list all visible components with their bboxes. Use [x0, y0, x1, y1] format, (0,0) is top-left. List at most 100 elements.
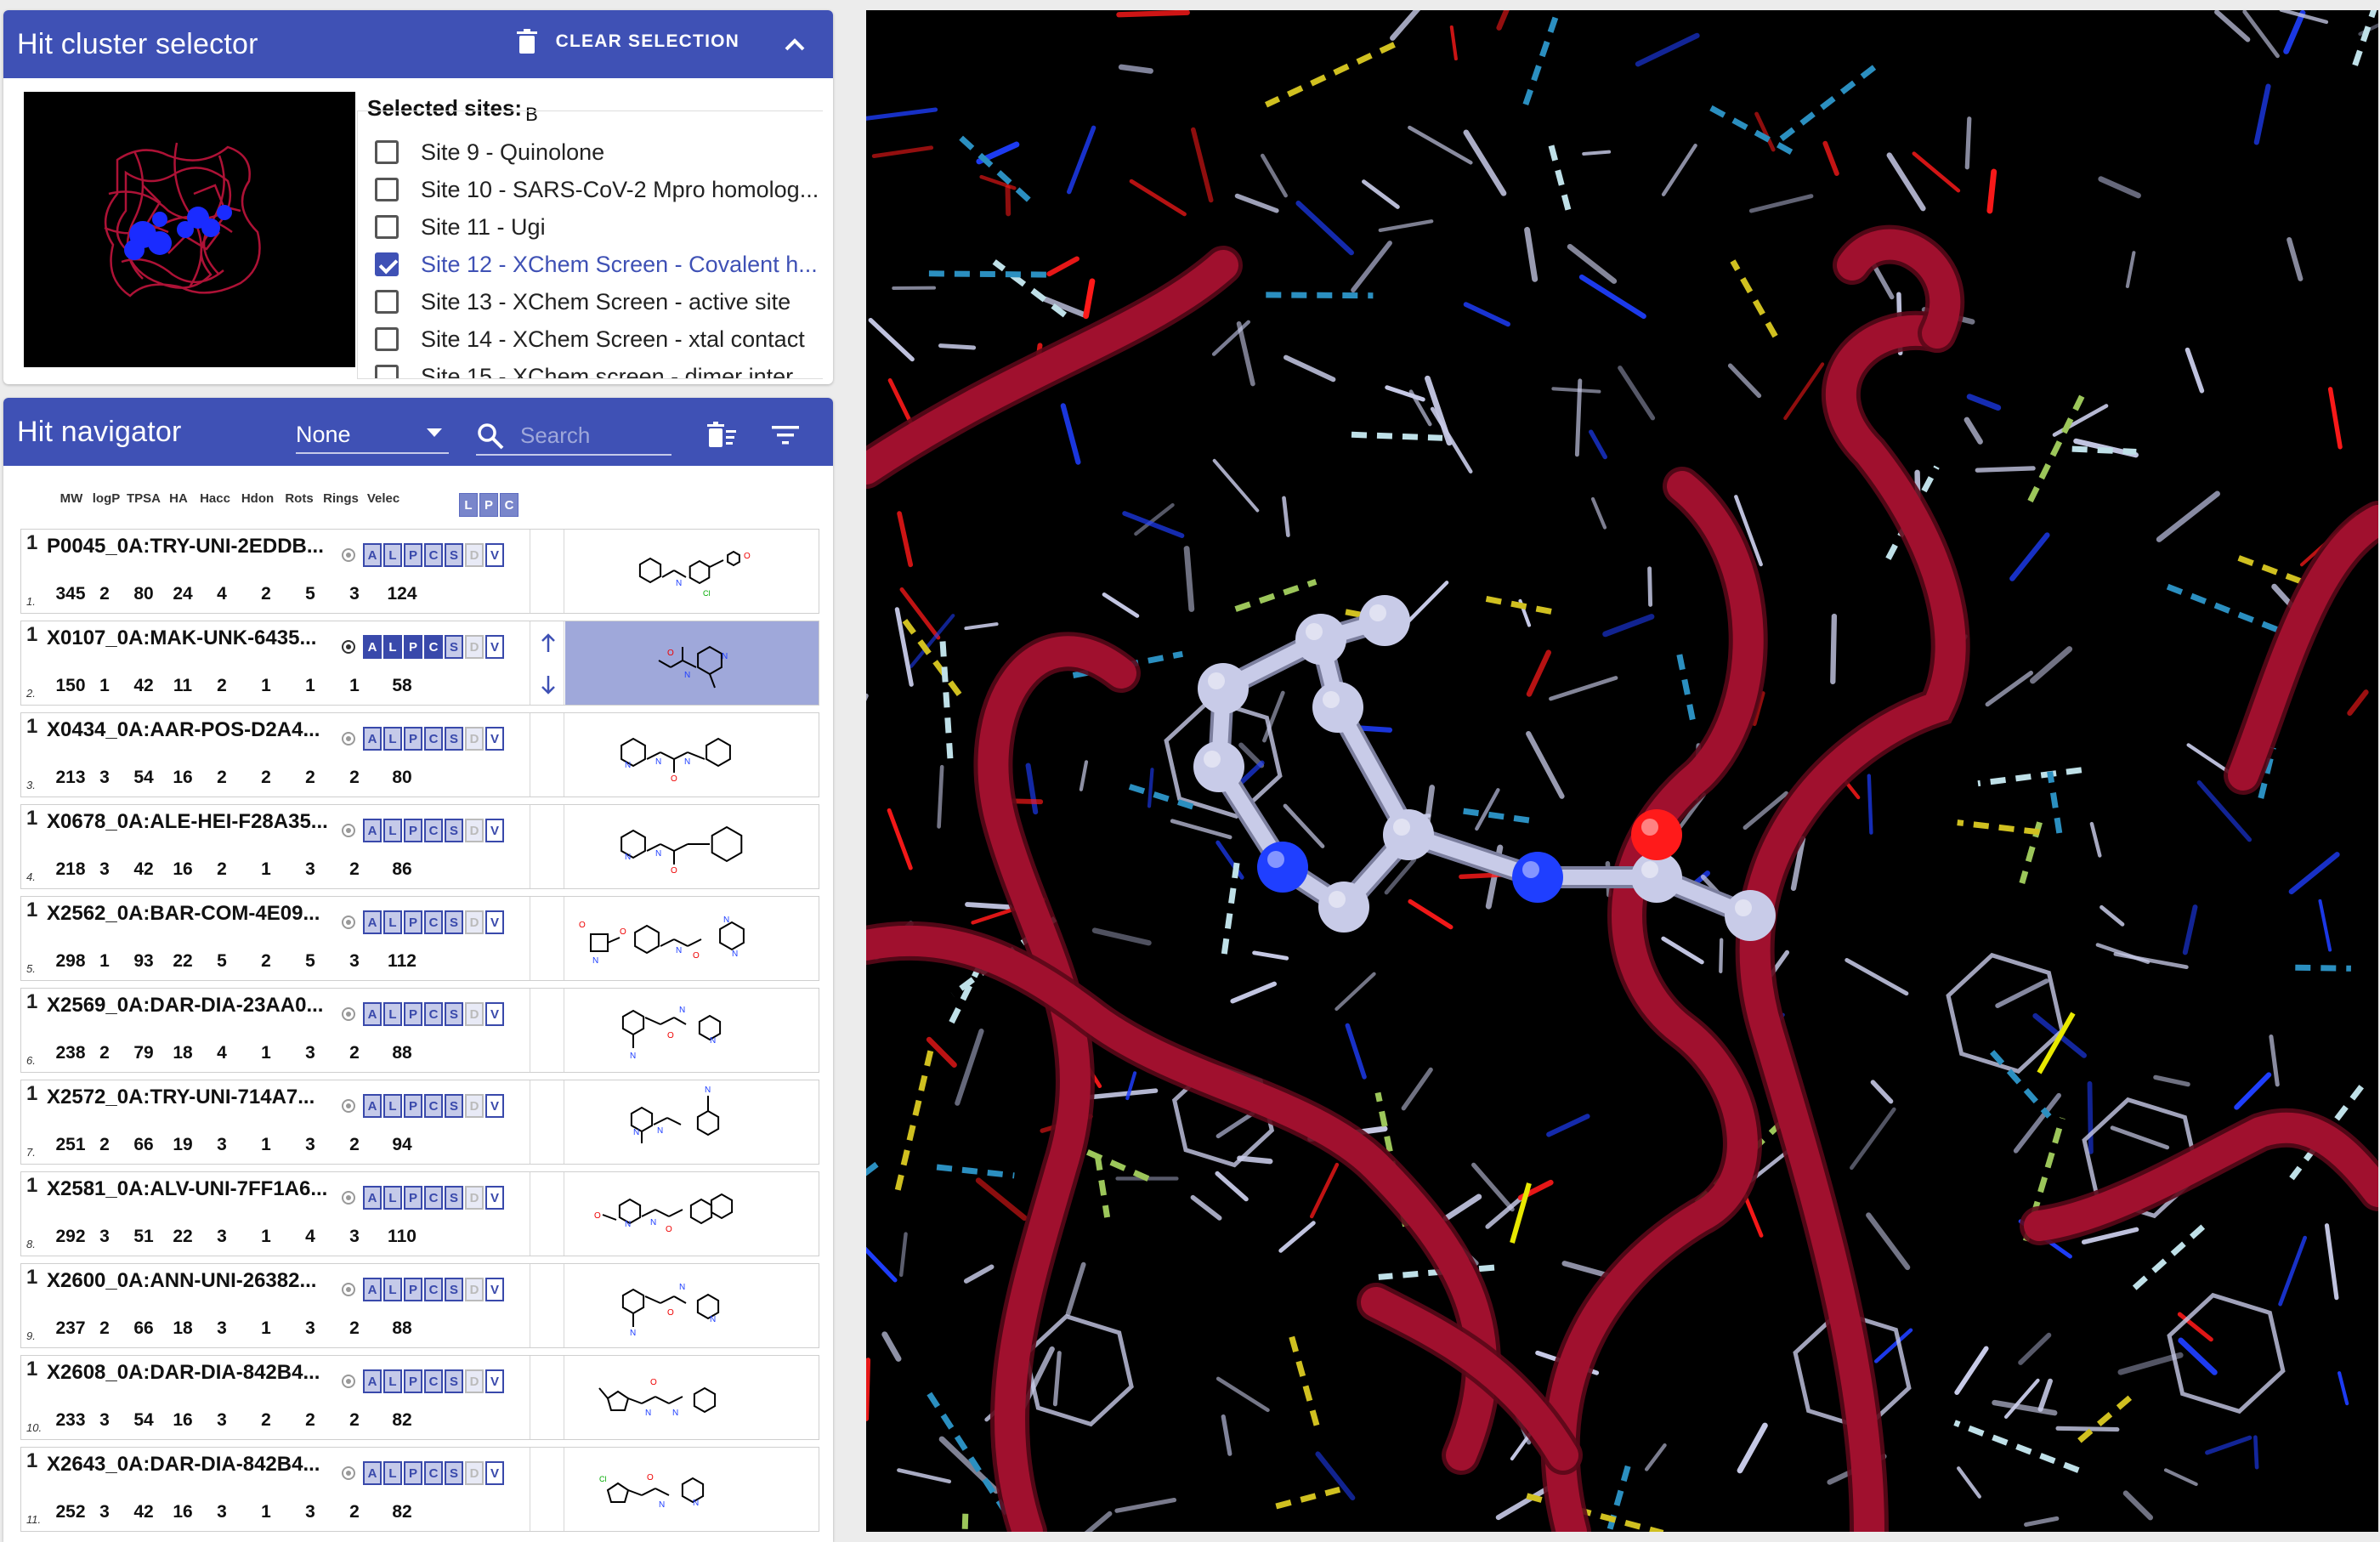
col-tpsa[interactable]: TPSA: [124, 491, 163, 525]
center-on-icon[interactable]: [339, 638, 358, 656]
hit-row[interactable]: 1 P0045_0A:TRY-UNI-2EDDB... 345 2 80 24 4 2 5 3…: [20, 529, 819, 614]
center-on-icon[interactable]: [339, 1464, 358, 1482]
tag-v[interactable]: V: [485, 543, 504, 567]
tag-c[interactable]: C: [424, 1002, 443, 1026]
chevron-up-icon[interactable]: [782, 32, 808, 58]
tag-s[interactable]: S: [445, 1461, 463, 1485]
tag-d[interactable]: D: [465, 1002, 484, 1026]
tag-p[interactable]: P: [404, 1186, 422, 1210]
col-hacc[interactable]: Hacc: [194, 491, 236, 525]
delete-sweep-icon[interactable]: [706, 418, 740, 452]
tag-p[interactable]: P: [404, 727, 422, 751]
tag-d[interactable]: D: [465, 1186, 484, 1210]
checkbox[interactable]: [375, 365, 399, 378]
checkbox-checked[interactable]: [375, 252, 399, 276]
tag-v[interactable]: V: [485, 819, 504, 842]
tag-p[interactable]: P: [404, 1002, 422, 1026]
tag-p[interactable]: P: [404, 1278, 422, 1301]
col-mw[interactable]: MW: [54, 491, 88, 525]
tag-d[interactable]: D: [465, 1461, 484, 1485]
3d-scene[interactable]: [866, 10, 2378, 1532]
tag-a[interactable]: A: [363, 1094, 382, 1118]
tag-s[interactable]: S: [445, 819, 463, 842]
tag-l[interactable]: L: [383, 1094, 402, 1118]
hit-name[interactable]: X0434_0A:AAR-POS-D2A4...: [47, 718, 320, 742]
tag-s[interactable]: S: [445, 543, 463, 567]
tag-a[interactable]: A: [363, 1278, 382, 1301]
hit-row[interactable]: 1 X2569_0A:DAR-DIA-23AA0... 238 2 79 18 4 1 3 2…: [20, 988, 819, 1073]
toggle-p[interactable]: P: [479, 493, 498, 517]
col-hdon[interactable]: Hdon: [236, 491, 279, 525]
tag-p[interactable]: P: [404, 543, 422, 567]
site-item[interactable]: Site 13 - XChem Screen - active site: [375, 283, 790, 320]
search-box[interactable]: [476, 417, 672, 456]
tag-s[interactable]: S: [445, 1186, 463, 1210]
tag-c[interactable]: C: [424, 910, 443, 934]
tag-l[interactable]: L: [383, 1186, 402, 1210]
center-on-icon[interactable]: [339, 546, 358, 564]
tag-p[interactable]: P: [404, 635, 422, 659]
tag-c[interactable]: C: [424, 1369, 443, 1393]
tag-v[interactable]: V: [485, 635, 504, 659]
tag-a[interactable]: A: [363, 635, 382, 659]
tag-a[interactable]: A: [363, 1186, 382, 1210]
tag-v[interactable]: V: [485, 1461, 504, 1485]
tag-d[interactable]: D: [465, 727, 484, 751]
checkbox[interactable]: [375, 215, 399, 239]
center-on-icon[interactable]: [339, 1188, 358, 1207]
tag-s[interactable]: S: [445, 910, 463, 934]
checkbox[interactable]: [375, 178, 399, 201]
checkbox[interactable]: [375, 140, 399, 164]
tag-c[interactable]: C: [424, 543, 443, 567]
tag-v[interactable]: V: [485, 1002, 504, 1026]
hit-row[interactable]: 1 X2562_0A:BAR-COM-4E09... 298 1 93 22 5 2 5 3 1…: [20, 896, 819, 981]
col-rings[interactable]: Rings: [320, 491, 362, 525]
hit-row[interactable]: 1 X2581_0A:ALV-UNI-7FF1A6... 292 3 51 22 3 1 4…: [20, 1171, 819, 1256]
filter-icon[interactable]: [768, 418, 802, 452]
checkbox[interactable]: [375, 327, 399, 351]
tag-c[interactable]: C: [424, 1094, 443, 1118]
hit-row[interactable]: 1 X0678_0A:ALE-HEI-F28A35... 218 3 42 16 2 1 3…: [20, 804, 819, 889]
tag-a[interactable]: A: [363, 819, 382, 842]
site-item[interactable]: Site 14 - XChem Screen - xtal contact: [375, 320, 805, 358]
center-on-icon[interactable]: [339, 913, 358, 932]
hit-row[interactable]: 1 X2643_0A:DAR-DIA-842B4... 252 3 42 16 3 1 3 2…: [20, 1447, 819, 1532]
center-on-icon[interactable]: [339, 729, 358, 748]
tag-d[interactable]: D: [465, 543, 484, 567]
toggle-c[interactable]: C: [500, 493, 518, 517]
tag-v[interactable]: V: [485, 1094, 504, 1118]
hit-row[interactable]: 1 X0107_0A:MAK-UNK-6435... 150 1 42 11 2 1 1 1 5…: [20, 621, 819, 706]
hit-row[interactable]: 1 X0434_0A:AAR-POS-D2A4... 213 3 54 16 2 2 2 2 8…: [20, 712, 819, 797]
hit-row[interactable]: 1 X2600_0A:ANN-UNI-26382... 237 2 66 18 3 1 3 2…: [20, 1263, 819, 1348]
toggle-l[interactable]: L: [459, 493, 478, 517]
search-input[interactable]: [520, 422, 665, 449]
tag-s[interactable]: S: [445, 727, 463, 751]
tag-l[interactable]: L: [383, 1002, 402, 1026]
tag-c[interactable]: C: [424, 1278, 443, 1301]
tag-l[interactable]: L: [383, 635, 402, 659]
hit-row[interactable]: 1 X2608_0A:DAR-DIA-842B4... 233 3 54 16 3 2 2 2…: [20, 1355, 819, 1440]
center-on-icon[interactable]: [339, 1005, 358, 1023]
tag-s[interactable]: S: [445, 1002, 463, 1026]
hit-name[interactable]: X2569_0A:DAR-DIA-23AA0...: [47, 994, 323, 1018]
tag-a[interactable]: A: [363, 543, 382, 567]
tag-a[interactable]: A: [363, 1461, 382, 1485]
center-on-icon[interactable]: [339, 1097, 358, 1115]
tag-l[interactable]: L: [383, 1369, 402, 1393]
tag-c[interactable]: C: [424, 1461, 443, 1485]
hit-name[interactable]: X2562_0A:BAR-COM-4E09...: [47, 902, 320, 926]
col-rots[interactable]: Rots: [279, 491, 320, 525]
tag-a[interactable]: A: [363, 910, 382, 934]
tag-v[interactable]: V: [485, 1369, 504, 1393]
tag-p[interactable]: P: [404, 1369, 422, 1393]
hit-name[interactable]: X0678_0A:ALE-HEI-F28A35...: [47, 810, 328, 834]
clear-selection-button[interactable]: CLEAR SELECTION: [516, 29, 740, 54]
tag-l[interactable]: L: [383, 1278, 402, 1301]
tag-d[interactable]: D: [465, 910, 484, 934]
tag-d[interactable]: D: [465, 1094, 484, 1118]
tag-c[interactable]: C: [424, 727, 443, 751]
site-item-selected[interactable]: Site 12 - XChem Screen - Covalent h...: [375, 246, 818, 283]
group-by-select[interactable]: None: [296, 417, 449, 454]
center-on-icon[interactable]: [339, 1280, 358, 1299]
col-logp[interactable]: logP: [88, 491, 124, 525]
